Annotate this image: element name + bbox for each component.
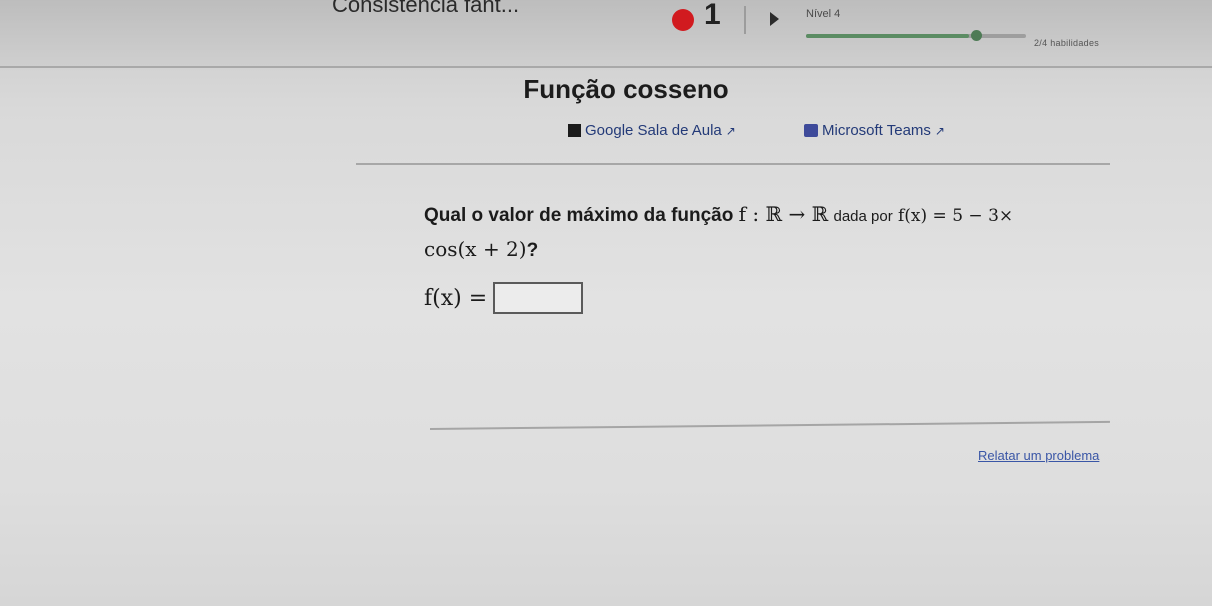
top-bar: Consistência fant... 1 Nível 4 2/4 habil… xyxy=(0,0,1212,68)
formula-part1: f(x) = 5 − 3× xyxy=(898,206,1014,226)
bottom-divider xyxy=(429,420,1110,430)
top-divider xyxy=(356,163,1110,165)
skills-count: 2/4 habilidades xyxy=(1034,38,1100,48)
share-google-classroom-link[interactable]: Google Sala de Aula ↗ xyxy=(568,122,736,139)
page-title: Função cosseno xyxy=(523,74,729,104)
skill-name[interactable]: Consistência fant... xyxy=(332,0,519,18)
google-classroom-icon xyxy=(568,124,581,137)
play-icon[interactable] xyxy=(770,12,779,26)
header-divider xyxy=(744,6,746,34)
level-progress-fill xyxy=(806,34,969,38)
level-progress-knob xyxy=(971,30,982,41)
microsoft-teams-icon xyxy=(804,124,818,137)
question-middle: dada por xyxy=(833,208,893,225)
question-prefix: Qual o valor de máximo da função xyxy=(424,205,734,226)
question-suffix: ? xyxy=(526,240,539,261)
streak-count: 1 xyxy=(704,0,721,31)
answer-input[interactable] xyxy=(493,282,584,314)
question-text: Qual o valor de máximo da função f : ℝ →… xyxy=(424,198,1124,267)
answer-label: f(x) = xyxy=(424,285,488,311)
google-classroom-label: Google Sala de Aula xyxy=(585,122,722,139)
answer-row: f(x) = xyxy=(424,282,584,314)
microsoft-teams-label: Microsoft Teams xyxy=(822,122,931,139)
level-progress-bar xyxy=(806,34,1026,38)
report-problem-link[interactable]: Relatar um problema xyxy=(978,448,1099,463)
external-link-icon: ↗ xyxy=(934,123,945,138)
external-link-icon: ↗ xyxy=(725,123,736,138)
level-label: Nível 4 xyxy=(806,8,841,20)
streak-icon xyxy=(672,9,694,31)
function-signature: f : ℝ → ℝ xyxy=(738,202,829,226)
share-microsoft-teams-link[interactable]: Microsoft Teams ↗ xyxy=(804,122,945,139)
formula-part2: cos(x + 2) xyxy=(424,237,527,261)
